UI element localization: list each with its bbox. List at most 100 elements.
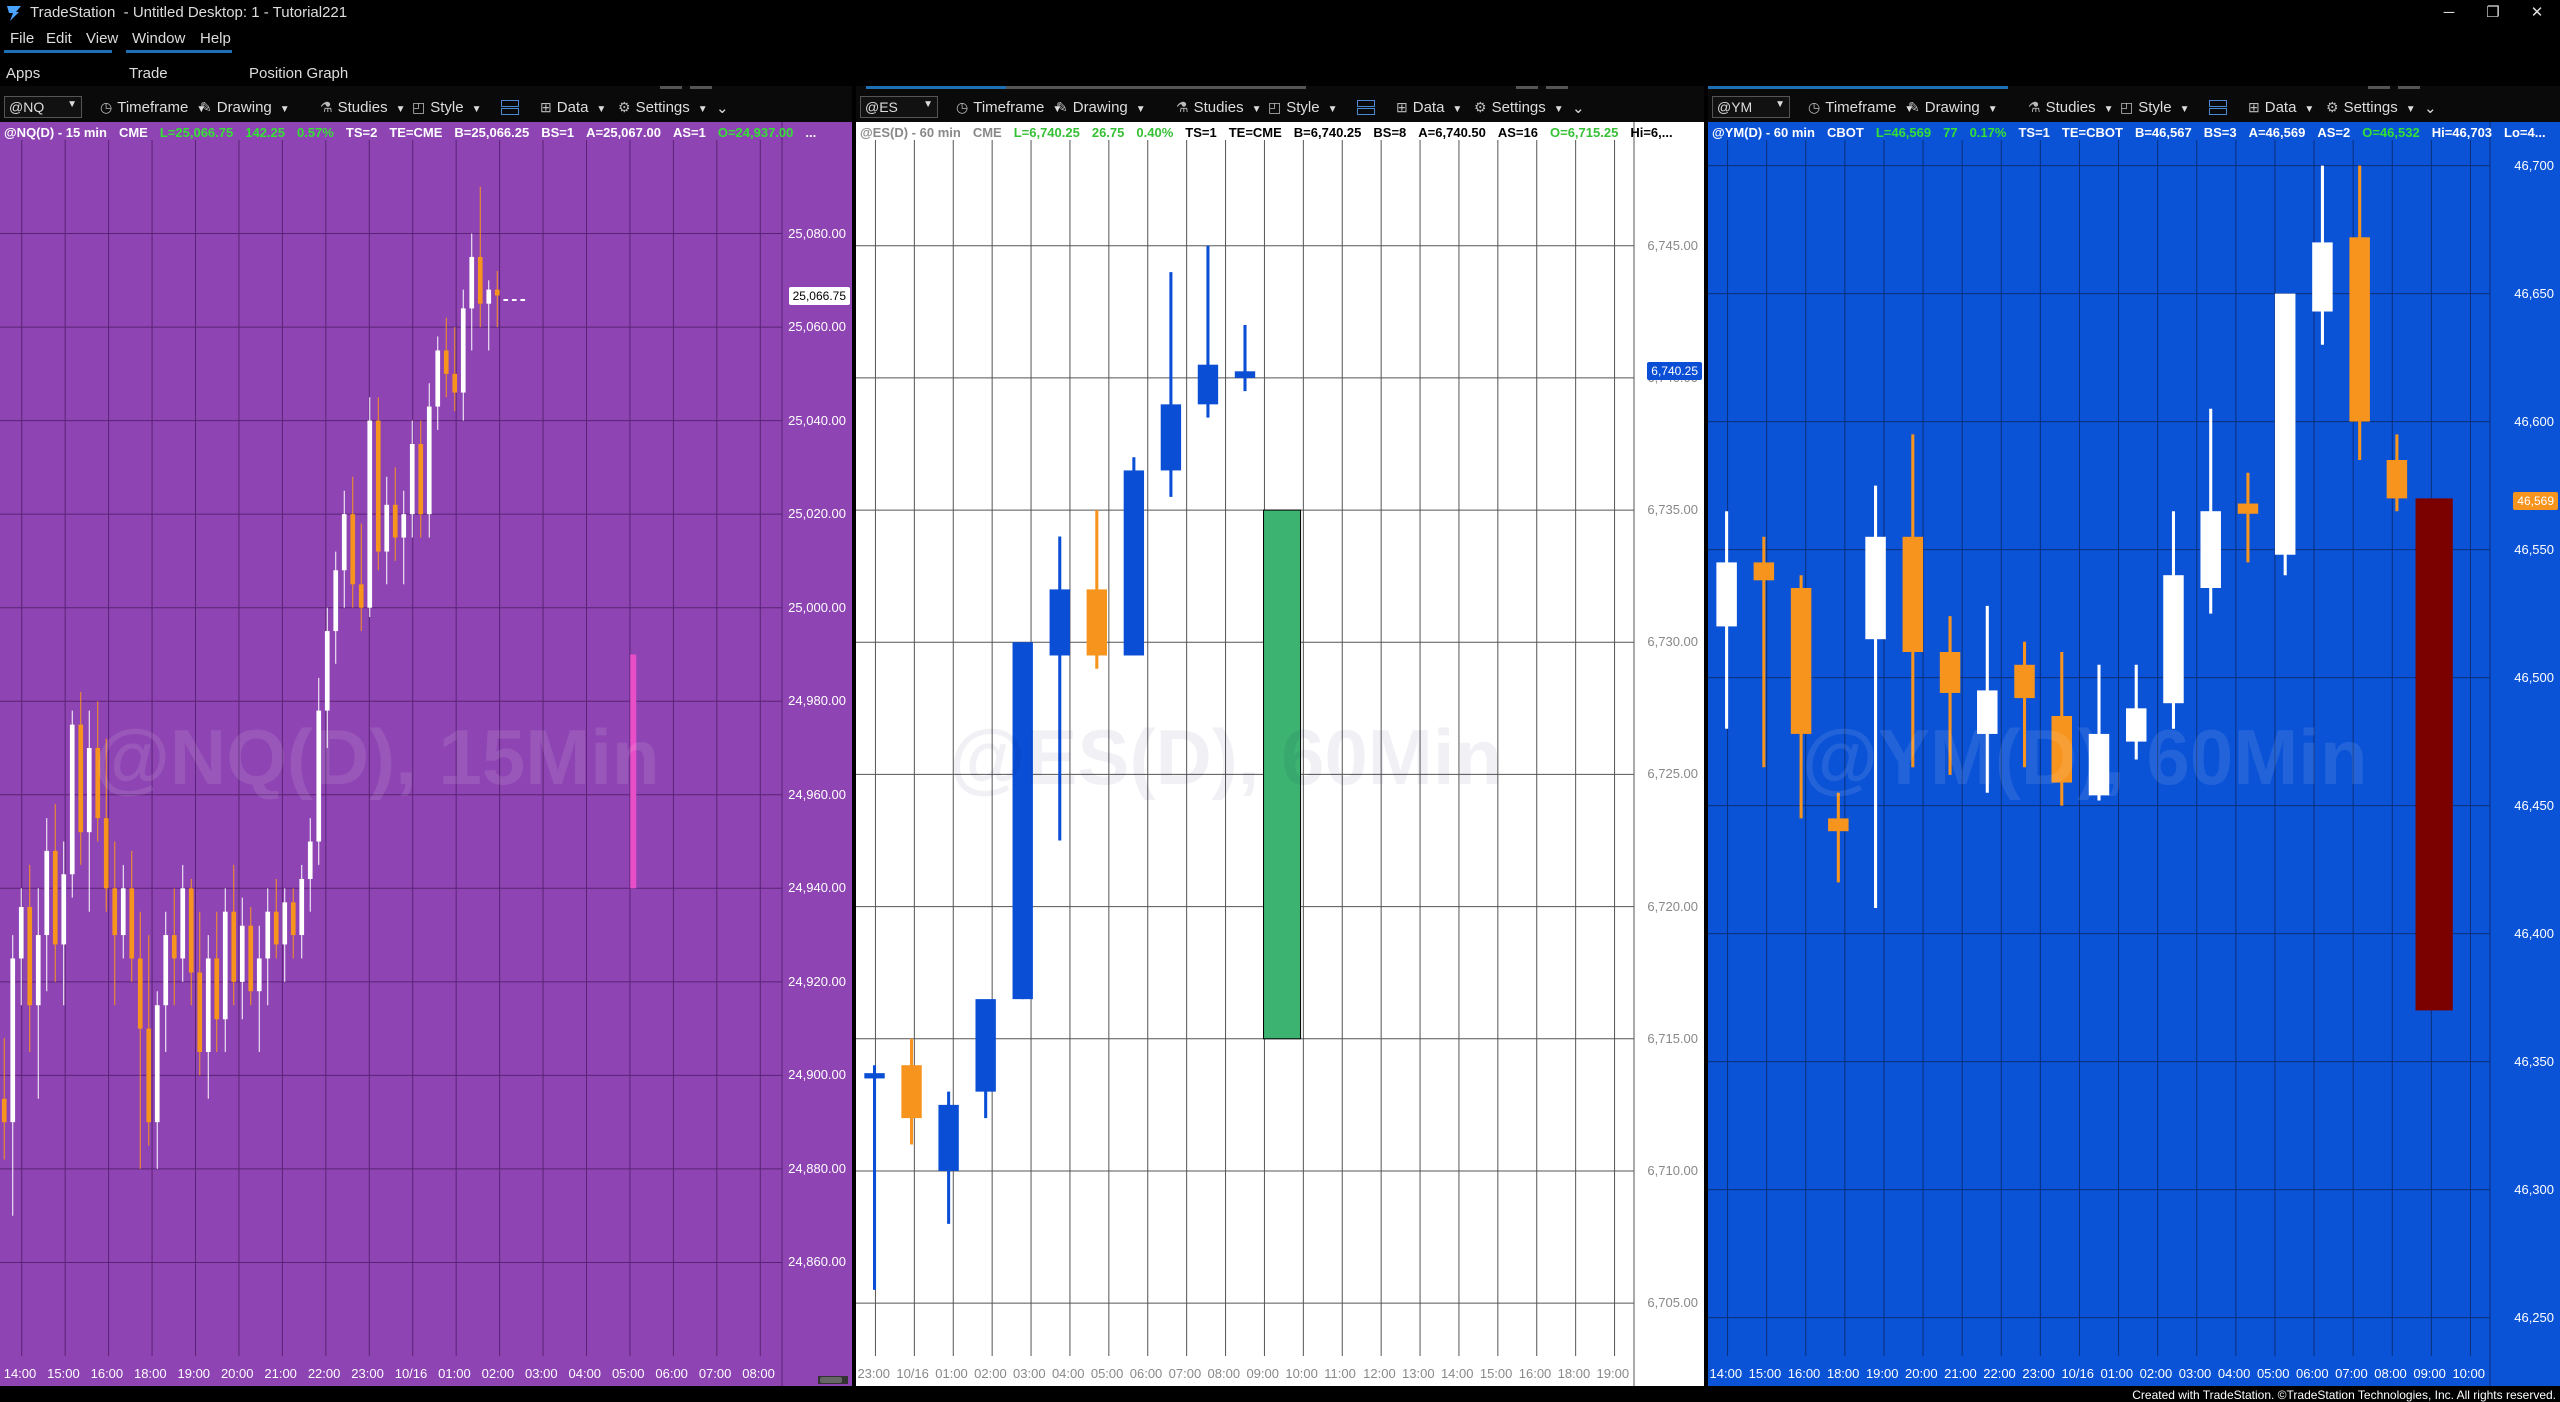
x-axis-label: 04:00	[1051, 1366, 1085, 1381]
drawing-button[interactable]: ✎ Drawing ▼	[200, 99, 290, 116]
symbol-selector[interactable]: ▼	[1712, 96, 1790, 118]
x-axis-label: 18:00	[134, 1366, 167, 1381]
layout-toggle-icon[interactable]	[1356, 99, 1375, 115]
style-button[interactable]: ◰ Style ▼	[2120, 99, 2190, 116]
x-axis-label: 09:00	[2413, 1366, 2446, 1381]
settings-label: Settings	[2343, 99, 2398, 116]
caret-down-icon: ▼	[279, 104, 290, 115]
close-button[interactable]: ✕	[2515, 0, 2559, 26]
settings-button[interactable]: ⚙ Settings ▼	[1474, 99, 1564, 116]
y-axis-label: 6,705.00	[1647, 1295, 1698, 1311]
quote-field: O=46,532	[2362, 125, 2420, 140]
price-chart[interactable]	[1708, 122, 2560, 1386]
symbol-input[interactable]	[861, 97, 921, 117]
menu-edit[interactable]: Edit	[46, 30, 72, 47]
quote-field: 142.25	[245, 125, 285, 140]
candle-body	[239, 925, 245, 982]
settings-button[interactable]: ⚙ Settings ▼	[618, 99, 708, 116]
style-button[interactable]: ◰ Style ▼	[1268, 99, 1338, 116]
caret-down-icon: ▼	[1987, 104, 1998, 115]
drawing-button[interactable]: ✎ Drawing ▼	[1908, 99, 1998, 116]
more-icon[interactable]: ⌄	[2424, 99, 2437, 117]
candle-body	[367, 420, 373, 608]
quote-field: Lo=4...	[2504, 125, 2546, 140]
style-label: Style	[2138, 99, 2172, 116]
horizontal-scrollbar[interactable]	[818, 1376, 848, 1384]
data-button[interactable]: ⊞ Data ▼	[1396, 99, 1462, 116]
timeframe-button[interactable]: ◷ Timeframe ▼	[100, 99, 206, 116]
x-axis-label: 23:00	[351, 1366, 384, 1381]
x-axis-label: 22:00	[1983, 1366, 2016, 1381]
candle-body	[938, 1104, 959, 1171]
chart-area[interactable]: @ES(D), 60Min6,745.006,740.006,735.006,7…	[856, 122, 1704, 1386]
layout-toggle-icon[interactable]	[2208, 99, 2227, 115]
scroll-thumb[interactable]	[820, 1377, 842, 1383]
timeframe-icon: ◷	[100, 99, 113, 115]
candle-body	[231, 911, 237, 982]
symbol-input[interactable]	[1713, 97, 1773, 117]
studies-label: Studies	[1193, 99, 1244, 116]
timeframe-button[interactable]: ◷ Timeframe ▼	[1808, 99, 1914, 116]
x-axis-label: 10/16	[394, 1366, 428, 1381]
studies-button[interactable]: ⚗ Studies ▼	[1176, 99, 1262, 116]
timeframe-button[interactable]: ◷ Timeframe ▼	[956, 99, 1062, 116]
menu-view[interactable]: View	[86, 30, 118, 47]
candle-body	[1234, 371, 1256, 378]
menu-window[interactable]: Window	[132, 30, 185, 47]
candle-body	[171, 935, 177, 959]
settings-button[interactable]: ⚙ Settings ▼	[2326, 99, 2416, 116]
quote-field: @YM(D) - 60 min	[1712, 125, 1815, 140]
candle-body	[163, 935, 169, 1006]
layout-toggle-icon[interactable]	[500, 99, 519, 115]
appbar-trade[interactable]: Trade	[129, 65, 168, 82]
studies-button[interactable]: ⚗ Studies ▼	[2028, 99, 2114, 116]
chevron-down-icon[interactable]: ▼	[1775, 99, 1785, 110]
x-axis-label: 14:00	[1709, 1366, 1743, 1381]
candle-body	[282, 902, 288, 945]
appbar-apps[interactable]: Apps	[6, 65, 40, 82]
drawing-button[interactable]: ✎ Drawing ▼	[1056, 99, 1146, 116]
candle-body	[864, 1073, 885, 1079]
y-axis-label: 46,500	[2514, 669, 2554, 685]
quote-field: O=24,937.00	[717, 125, 794, 140]
candle-body	[2200, 511, 2221, 588]
appbar-position-graph[interactable]: Position Graph	[249, 65, 348, 82]
price-chart[interactable]	[0, 122, 852, 1386]
candle-body	[112, 888, 118, 936]
candle-body	[1086, 589, 1107, 656]
symbol-input[interactable]	[5, 97, 65, 117]
settings-label: Settings	[635, 99, 690, 116]
quote-field: L=46,569	[1875, 125, 1932, 140]
quote-field: L=6,740.25	[1013, 125, 1080, 140]
x-axis-label: 06:00	[2296, 1366, 2329, 1381]
studies-button[interactable]: ⚗ Studies ▼	[320, 99, 406, 116]
symbol-selector[interactable]: ▼	[860, 96, 938, 118]
x-axis-label: 03:00	[2178, 1366, 2212, 1381]
chart-area[interactable]: @YM(D), 60Min 46,700 46,650 46,600 46,550 46,…	[1708, 122, 2560, 1386]
menu-file[interactable]: File	[10, 30, 34, 47]
chevron-down-icon[interactable]: ▼	[923, 99, 933, 110]
more-icon[interactable]: ⌄	[1572, 99, 1585, 117]
data-button[interactable]: ⊞ Data ▼	[2248, 99, 2314, 116]
quote-field: A=46,569	[2248, 125, 2306, 140]
more-icon[interactable]: ⌄	[716, 99, 729, 117]
caret-down-icon: ▼	[1135, 104, 1146, 115]
style-button[interactable]: ◰ Style ▼	[412, 99, 482, 116]
quote-field: BS=8	[1373, 125, 1407, 140]
candle-body	[2349, 237, 2370, 422]
restore-button[interactable]: ❐	[2471, 0, 2515, 26]
price-chart[interactable]	[856, 122, 1704, 1386]
x-axis-label: 20:00	[220, 1366, 254, 1381]
chart-area[interactable]: @NQ(D), 15Min 25,080.00 25,060.00 25,040.00…	[0, 122, 852, 1386]
symbol-selector[interactable]: ▼	[4, 96, 82, 118]
chart-window-nq: ▼ ◷Timeframe▼✎Drawing▼ ⚗Studies▼ ◰Style▼ ⊞Da…	[0, 86, 852, 1386]
minimize-button[interactable]: ─	[2427, 0, 2471, 26]
candle-body	[1049, 589, 1070, 656]
x-axis-label: 08:00	[1207, 1366, 1241, 1381]
data-button[interactable]: ⊞ Data ▼	[540, 99, 606, 116]
candle-body	[197, 972, 203, 1052]
candle-body	[460, 308, 466, 393]
quote-field: CBOT	[1826, 125, 1864, 140]
chevron-down-icon[interactable]: ▼	[67, 99, 77, 110]
menu-help[interactable]: Help	[200, 30, 231, 47]
